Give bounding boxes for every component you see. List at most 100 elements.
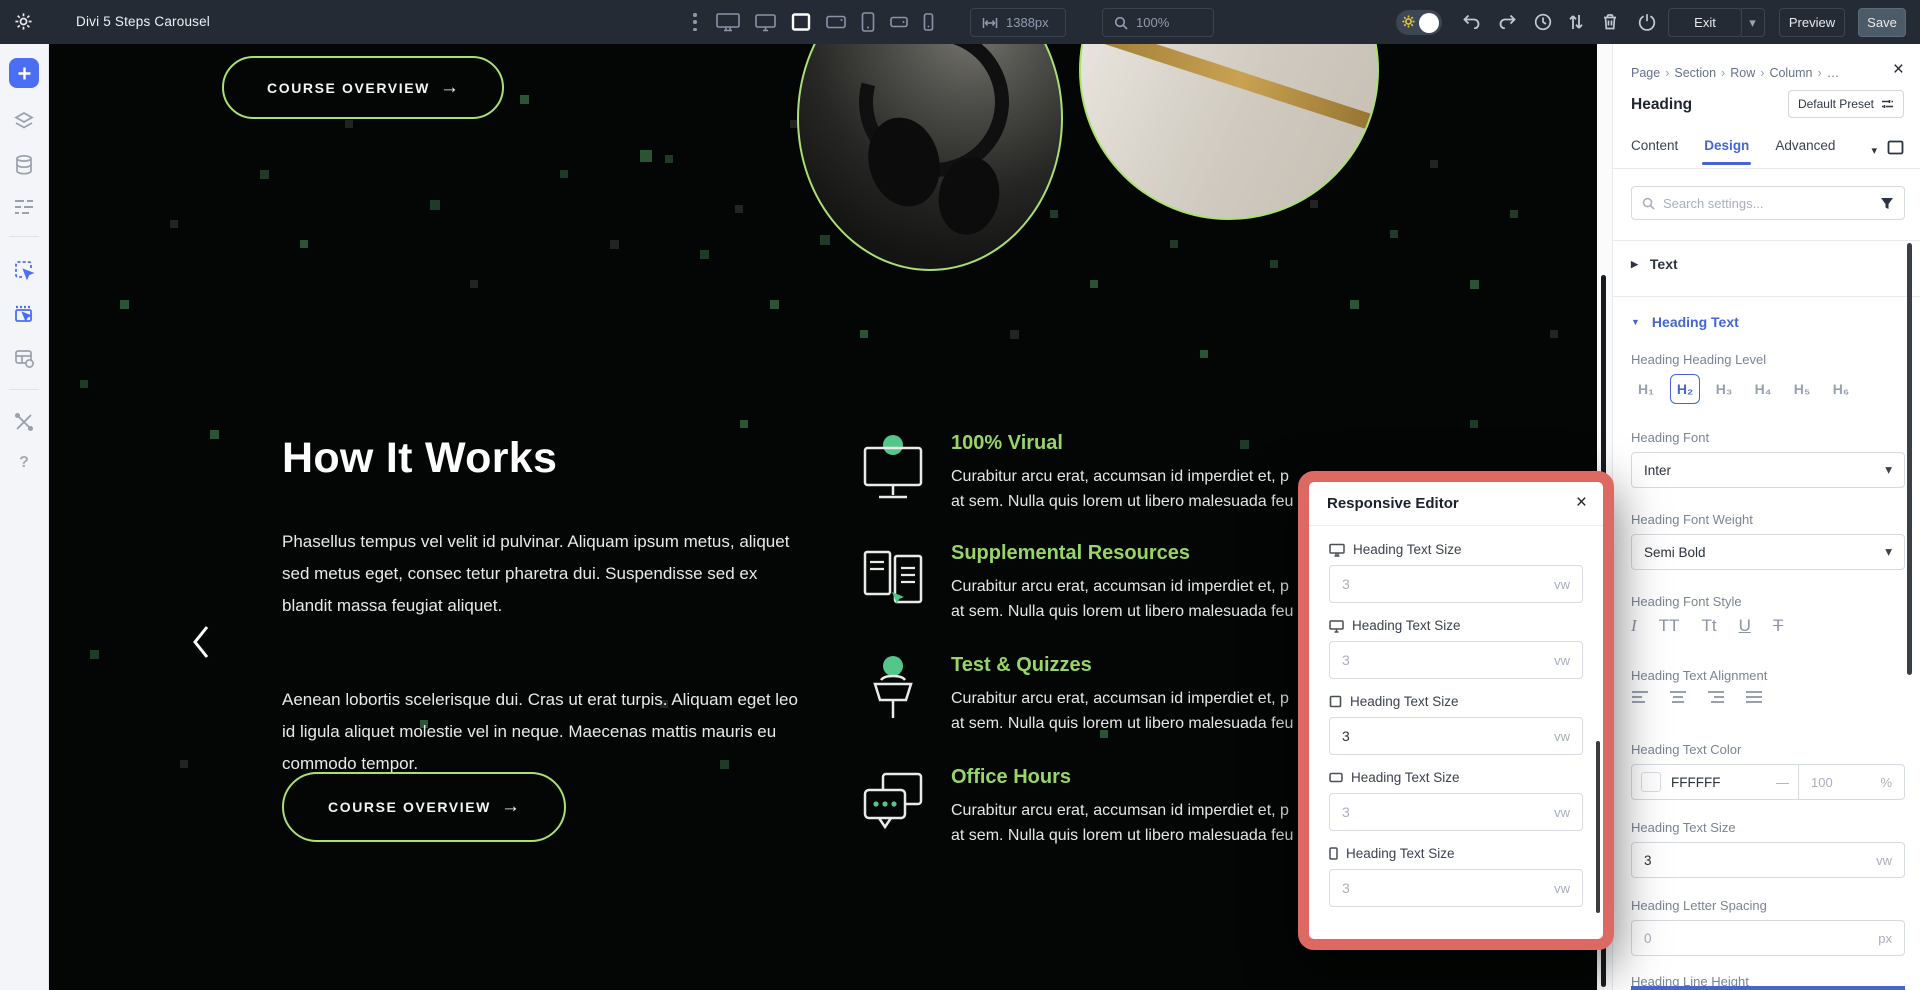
breadcrumb-item-page[interactable]: Page [1631, 66, 1660, 80]
add-module-button[interactable] [9, 58, 39, 88]
tab-content[interactable]: Content [1631, 138, 1678, 165]
breadcrumb-item-section[interactable]: Section [1674, 66, 1716, 80]
heading-text-size-field[interactable]: vw [1631, 842, 1905, 878]
canvas-width-input[interactable]: 1388px [970, 8, 1066, 37]
exit-button[interactable]: Exit [1668, 8, 1742, 37]
h5-button[interactable]: H₅ [1787, 374, 1817, 404]
responsive-size-field[interactable]: vw [1329, 793, 1583, 831]
multi-select-icon[interactable] [13, 303, 35, 325]
more-options-icon[interactable] [693, 13, 697, 31]
breadcrumb: Page › Section › Row › Column › … [1631, 66, 1905, 80]
unit-label: vw [1554, 577, 1570, 592]
help-icon[interactable]: ? [19, 454, 29, 472]
capitalize-icon[interactable]: Tt [1701, 616, 1716, 636]
align-justify-icon[interactable] [1745, 690, 1763, 704]
h2-button[interactable]: H₂ [1670, 374, 1700, 404]
heading-font-weight-select[interactable]: Semi Bold ▾ [1631, 534, 1905, 570]
filter-funnel-icon[interactable] [1880, 197, 1894, 210]
responsive-size-field[interactable]: vw [1329, 717, 1583, 755]
uppercase-icon[interactable]: TT [1659, 616, 1680, 636]
feature-title: 100% Virual [951, 432, 1293, 455]
section-toggle-text[interactable]: ▶ Text [1631, 256, 1905, 272]
redo-icon[interactable] [1498, 13, 1517, 34]
responsive-size-input[interactable] [1342, 728, 1542, 744]
history-clock-icon[interactable] [1534, 13, 1552, 36]
modal-scrollbar-thumb[interactable] [1596, 741, 1600, 913]
exit-dropdown-caret[interactable]: ▾ [1741, 8, 1765, 37]
save-button[interactable]: Save [1858, 8, 1906, 37]
h4-button[interactable]: H₄ [1748, 374, 1778, 404]
laptop-icon-active[interactable] [790, 11, 812, 33]
breadcrumb-item-column[interactable]: Column [1769, 66, 1812, 80]
default-preset-button[interactable]: Default Preset [1788, 90, 1904, 118]
click-select-icon[interactable] [13, 259, 35, 281]
phone-landscape-icon[interactable] [889, 11, 909, 33]
align-left-icon[interactable] [1631, 690, 1649, 704]
course-overview-button-bottom[interactable]: COURSE OVERVIEW → [282, 772, 566, 842]
layers-icon[interactable] [13, 110, 35, 132]
field-list-icon[interactable] [13, 198, 35, 216]
responsive-size-input[interactable] [1342, 652, 1542, 668]
feature-text-line: at sem. Nulla quis lorem ut libero males… [951, 599, 1293, 624]
responsive-field-tablet-landscape: Heading Text Size vw [1329, 770, 1583, 831]
desktop-small-icon[interactable] [754, 11, 777, 33]
interaction-mode-toggle[interactable] [1396, 10, 1442, 35]
database-icon[interactable] [14, 154, 34, 176]
responsive-size-field[interactable]: vw [1329, 641, 1583, 679]
portability-power-icon[interactable] [1638, 13, 1656, 36]
desktop-large-icon[interactable] [715, 11, 741, 33]
heading-font-style-label: Heading Font Style [1631, 594, 1905, 609]
h6-button[interactable]: H₆ [1826, 374, 1856, 404]
color-swatch[interactable] [1641, 772, 1661, 792]
tabs-caret-down-icon[interactable]: ▾ [1871, 144, 1877, 157]
responsive-size-input[interactable] [1342, 576, 1542, 592]
heading-letter-spacing-input[interactable] [1644, 931, 1794, 946]
responsive-size-input[interactable] [1342, 804, 1542, 820]
color-picker-field[interactable]: FFFFFF — [1631, 764, 1799, 800]
phone-portrait-icon[interactable] [922, 11, 935, 33]
strikethrough-icon[interactable]: T [1773, 616, 1783, 636]
responsive-frame-icon[interactable] [1887, 140, 1904, 160]
triangle-down-icon: ▼ [1631, 317, 1640, 327]
heading-letter-spacing-field[interactable]: px [1631, 920, 1905, 956]
tablet-landscape-icon[interactable] [825, 11, 847, 33]
tablet-portrait-icon[interactable] [860, 11, 876, 33]
trash-icon[interactable] [1602, 13, 1618, 36]
font-weight-value: Semi Bold [1644, 545, 1706, 560]
settings-gear-icon[interactable] [14, 12, 33, 36]
tab-design[interactable]: Design [1704, 138, 1749, 165]
feature-text-line: Curabitur arcu erat, accumsan id imperdi… [951, 686, 1293, 711]
undo-icon[interactable] [1462, 13, 1481, 34]
tab-advanced[interactable]: Advanced [1775, 138, 1835, 165]
align-center-icon[interactable] [1669, 690, 1687, 704]
breadcrumb-item-row[interactable]: Row [1730, 66, 1755, 80]
preview-button[interactable]: Preview [1779, 8, 1845, 37]
h1-button[interactable]: H₁ [1631, 374, 1661, 404]
modal-close-icon[interactable]: × [1576, 492, 1587, 514]
zoom-input[interactable]: 100% [1102, 8, 1214, 37]
italic-icon[interactable]: I [1631, 616, 1637, 636]
course-overview-button-top[interactable]: COURSE OVERVIEW → [222, 56, 504, 119]
search-input[interactable] [1663, 196, 1872, 211]
breadcrumb-item-ellipsis[interactable]: … [1827, 66, 1840, 80]
heading-font-select[interactable]: Inter ▾ [1631, 452, 1905, 488]
sidebar-scrollbar-thumb[interactable] [1907, 243, 1912, 675]
tools-icon[interactable] [14, 412, 34, 432]
feature-text-line: at sem. Nulla quis lorem ut libero males… [951, 711, 1293, 736]
responsive-size-field[interactable]: vw [1329, 565, 1583, 603]
feature-text-line: Curabitur arcu erat, accumsan id imperdi… [951, 574, 1293, 599]
module-settings-icon[interactable] [13, 347, 35, 369]
close-panel-icon[interactable]: × [1893, 60, 1904, 79]
responsive-size-field[interactable]: vw [1329, 869, 1583, 907]
carousel-prev-chevron[interactable] [192, 625, 210, 664]
settings-search[interactable] [1631, 186, 1905, 220]
h3-button[interactable]: H₃ [1709, 374, 1739, 404]
align-right-icon[interactable] [1707, 690, 1725, 704]
underline-icon[interactable]: U [1739, 616, 1751, 636]
sort-arrows-icon[interactable] [1568, 13, 1584, 36]
section-toggle-heading-text[interactable]: ▼ Heading Text [1631, 314, 1905, 330]
color-hex-value[interactable]: FFFFFF [1671, 775, 1766, 790]
color-opacity-field[interactable]: 100 % [1799, 764, 1905, 800]
heading-text-size-input[interactable] [1644, 853, 1794, 868]
responsive-size-input[interactable] [1342, 880, 1542, 896]
